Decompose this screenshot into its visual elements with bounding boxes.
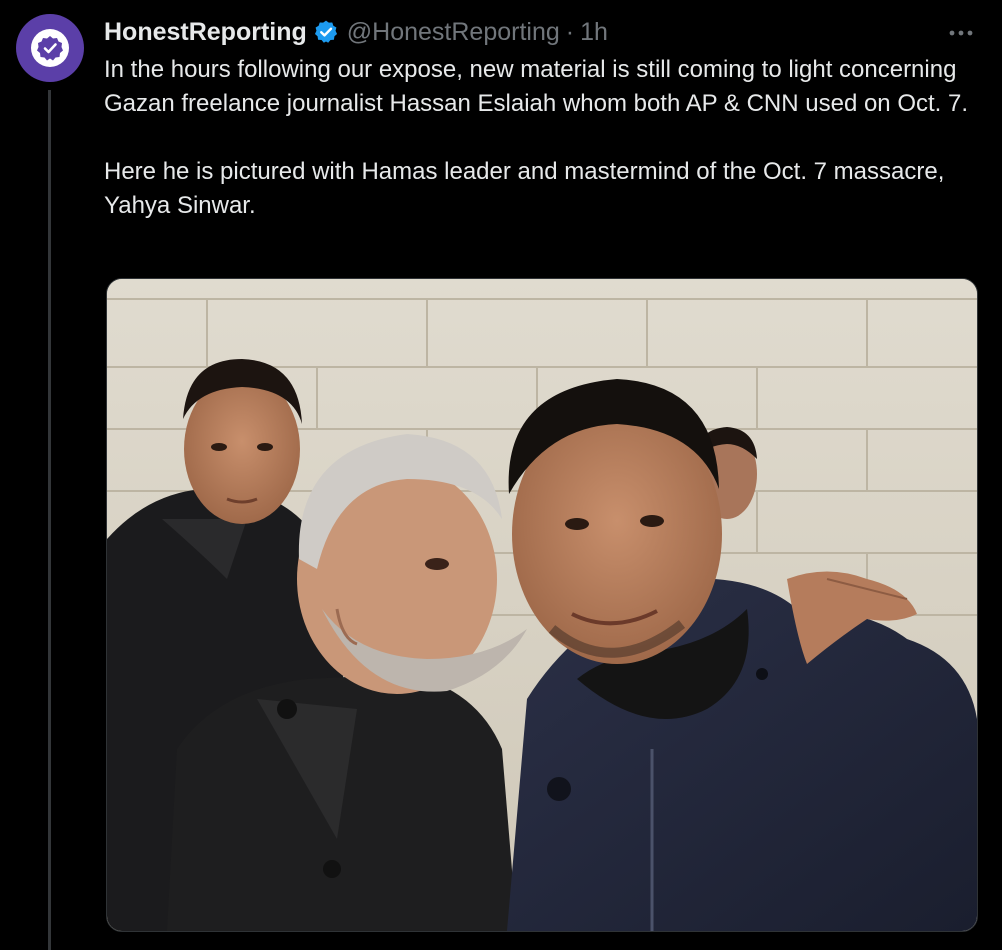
tweet-text-paragraph: Here he is pictured with Hamas leader an… xyxy=(104,158,945,219)
author-handle[interactable]: @HonestReporting xyxy=(347,18,560,47)
photo-illustration xyxy=(107,279,977,931)
check-badge-icon xyxy=(37,36,63,61)
tweet-photo[interactable] xyxy=(106,278,978,932)
tweet-text: In the hours following our expose, new m… xyxy=(104,53,974,223)
header-separator: · xyxy=(565,17,575,46)
tweet-header: HonestReporting @HonestReporting · 1h xyxy=(104,14,608,50)
more-dots-icon xyxy=(949,30,973,36)
avatar[interactable] xyxy=(16,14,84,82)
avatar-badge xyxy=(31,29,69,67)
tweet-text-paragraph: In the hours following our expose, new m… xyxy=(104,56,969,117)
tweet-timestamp[interactable]: 1h xyxy=(580,18,608,47)
verified-badge-icon xyxy=(313,19,339,45)
tweet-card[interactable]: HonestReporting @HonestReporting · 1h In… xyxy=(0,0,1002,950)
author-display-name[interactable]: HonestReporting xyxy=(104,18,307,47)
thread-line xyxy=(48,90,51,950)
more-options-button[interactable] xyxy=(946,18,976,48)
